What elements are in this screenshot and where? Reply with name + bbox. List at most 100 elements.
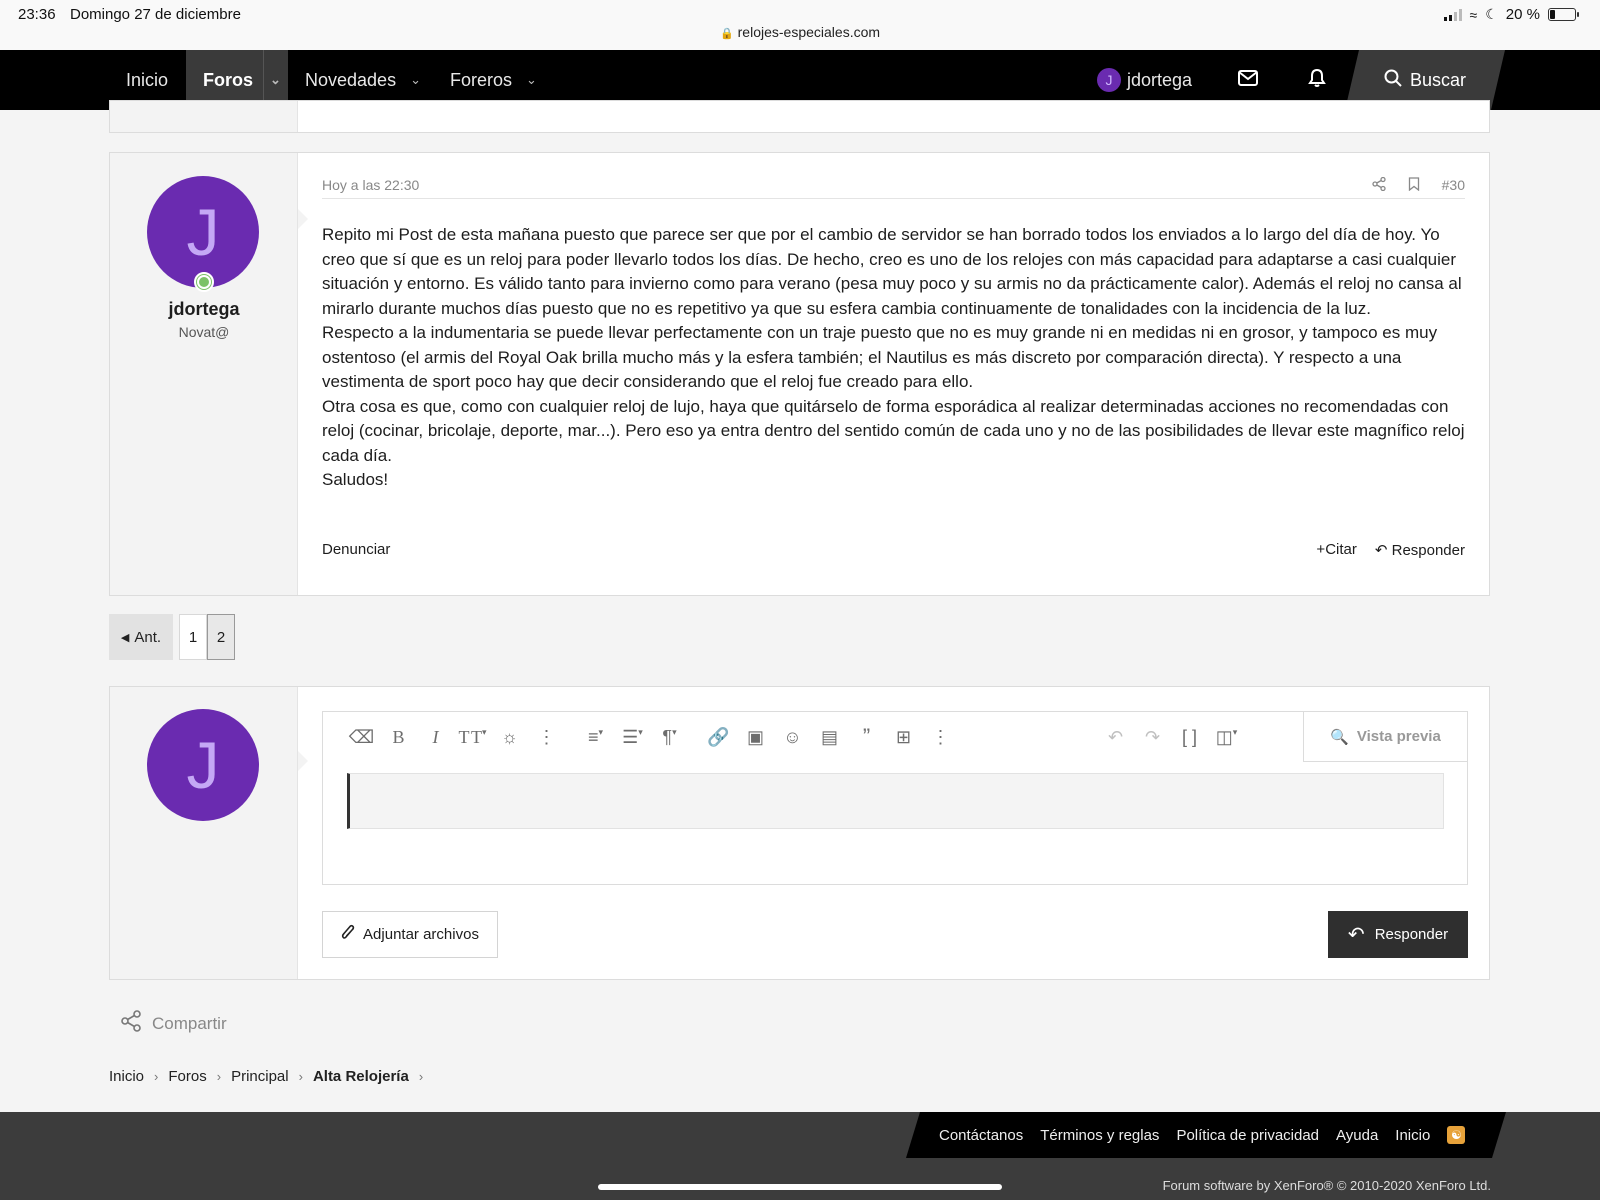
bold-icon[interactable]: B	[380, 727, 417, 748]
wifi-icon: ≈	[1469, 6, 1478, 23]
footer-link-privacy[interactable]: Política de privacidad	[1176, 1127, 1319, 1144]
redo-icon[interactable]: ↷	[1134, 727, 1171, 748]
link-icon[interactable]: 🔗	[700, 727, 737, 748]
post-meta: Hoy a las 22:30 #30	[322, 176, 1465, 199]
save-draft-icon[interactable]: ◫ ▾	[1208, 727, 1245, 748]
bell-icon	[1308, 68, 1326, 93]
media-icon[interactable]: ▤	[811, 727, 848, 748]
url-text: relojes-especiales.com	[737, 24, 881, 40]
report-link[interactable]: Denunciar	[322, 541, 390, 558]
chevron-right-icon: ›	[154, 1069, 159, 1084]
nav-label: Inicio	[125, 69, 169, 90]
user-title: Novat@	[178, 324, 230, 340]
page-link-current[interactable]: 2	[207, 614, 235, 660]
user-arrow	[298, 751, 308, 771]
chevron-left-icon: ◀	[120, 631, 130, 644]
quote-button[interactable]: +Citar	[1316, 541, 1356, 559]
share-icon	[120, 1010, 142, 1037]
attach-label: Adjuntar archivos	[363, 926, 479, 943]
paragraph-icon[interactable]: ¶ ▾	[651, 727, 688, 748]
page-link[interactable]: 1	[179, 614, 207, 660]
nav-label: Foros	[203, 69, 254, 90]
palette-icon[interactable]: ☼	[491, 727, 528, 748]
prev-page-button[interactable]: ◀ Ant.	[109, 614, 173, 660]
status-bar: 23:36 Domingo 27 de diciembre 🔒 relojes-e…	[0, 0, 1600, 50]
user-arrow	[298, 209, 308, 229]
smiley-icon[interactable]: ☺	[774, 727, 811, 748]
table-icon[interactable]: ⊞	[885, 727, 922, 748]
post-message: J jdortega Novat@ Hoy a las 22:30 #30 Re…	[109, 152, 1490, 596]
signal-icon	[1443, 8, 1462, 21]
share-icon[interactable]	[1371, 176, 1386, 194]
address-bar[interactable]: 🔒 relojes-especiales.com	[0, 24, 1600, 40]
post-paragraph: Saludos!	[322, 470, 389, 489]
list-icon[interactable]: ≡ ▾	[577, 727, 614, 748]
submit-label: Responder	[1374, 926, 1449, 943]
submit-reply-button[interactable]: ↶ Responder	[1328, 911, 1468, 958]
envelope-icon	[1238, 69, 1258, 91]
breadcrumb-link[interactable]: Alta Relojería	[313, 1068, 409, 1085]
reply-arrow-icon: ↶	[1374, 542, 1392, 559]
attach-files-button[interactable]: Adjuntar archivos	[322, 911, 498, 958]
more-icon[interactable]: ⋮	[922, 727, 959, 748]
chevron-right-icon: ›	[298, 1069, 303, 1084]
post-body: Repito mi Post de esta mañana puesto que…	[322, 223, 1465, 493]
message-input[interactable]	[347, 773, 1444, 829]
user-column: J	[110, 687, 298, 979]
quote-label: Citar	[1325, 541, 1357, 558]
brackets-icon[interactable]: [ ]	[1171, 727, 1208, 748]
preview-icon: 🔍	[1330, 728, 1349, 746]
chevron-right-icon: ›	[418, 1069, 424, 1084]
undo-icon[interactable]: ↶	[1097, 727, 1134, 748]
nav-label: Novedades	[305, 69, 397, 90]
username: jdortega	[1127, 69, 1193, 90]
align-icon[interactable]: ☰ ▾	[614, 727, 651, 748]
previous-post-edge	[109, 100, 1490, 133]
post-timestamp[interactable]: Hoy a las 22:30	[322, 177, 419, 193]
italic-icon[interactable]: I	[417, 727, 454, 748]
breadcrumb-link[interactable]: Principal	[231, 1068, 289, 1085]
text-size-icon[interactable]: T T ▾	[454, 727, 491, 748]
footer-link-terms[interactable]: Términos y reglas	[1040, 1127, 1159, 1144]
plus-icon: +	[1316, 541, 1326, 558]
battery-text: 20 %	[1505, 6, 1540, 23]
preview-button[interactable]: 🔍 Vista previa	[1303, 712, 1467, 762]
footer-links: Contáctanos Términos y reglas Política d…	[906, 1112, 1506, 1158]
avatar: J	[1097, 68, 1121, 92]
nav-label: Foreros	[450, 69, 513, 90]
quote-icon[interactable]: ”	[848, 724, 885, 750]
share-label: Compartir	[152, 1013, 227, 1033]
share-button[interactable]: Compartir	[120, 1010, 227, 1037]
rss-icon[interactable]: ☯	[1447, 1126, 1465, 1144]
pagination: ◀ Ant. 1 2	[109, 614, 235, 660]
rich-text-editor: ⌫ B I T T ▾ ☼ ⋮ ≡ ▾ ☰ ▾ ¶ ▾ 🔗 ▣ ☺ ▤ ” ⊞ ⋮ ↶ …	[322, 711, 1468, 885]
image-icon[interactable]: ▣	[737, 727, 774, 748]
post-paragraph: Repito mi Post de esta mañana puesto que…	[322, 225, 1462, 318]
chevron-down-icon[interactable]: ⌄	[526, 72, 537, 88]
footer-link-home[interactable]: Inicio	[1395, 1127, 1430, 1144]
reply-link[interactable]: ↶ Responder	[1375, 541, 1465, 559]
footer-link-contact[interactable]: Contáctanos	[939, 1127, 1023, 1144]
eraser-icon[interactable]: ⌫	[343, 727, 380, 748]
chevron-down-icon[interactable]: ⌄	[410, 72, 421, 88]
preview-label: Vista previa	[1356, 728, 1441, 745]
home-indicator[interactable]	[598, 1184, 1002, 1190]
chevron-down-icon[interactable]: ⌄	[270, 72, 281, 88]
paperclip-icon	[341, 924, 355, 946]
search-icon	[1384, 69, 1402, 92]
online-status-icon	[194, 272, 214, 292]
date: Domingo 27 de diciembre	[70, 6, 241, 23]
footer-link-help[interactable]: Ayuda	[1336, 1127, 1378, 1144]
post-number[interactable]: #30	[1442, 177, 1465, 194]
reply-label: Responder	[1391, 542, 1465, 559]
reply-arrow-icon: ↶	[1347, 924, 1365, 946]
breadcrumb-link[interactable]: Foros	[168, 1068, 206, 1085]
battery-icon	[1548, 8, 1579, 21]
post-author[interactable]: jdortega	[110, 299, 298, 320]
bookmark-icon[interactable]	[1408, 177, 1420, 194]
editor-toolbar: ⌫ B I T T ▾ ☼ ⋮ ≡ ▾ ☰ ▾ ¶ ▾ 🔗 ▣ ☺ ▤ ” ⊞ ⋮ ↶ …	[323, 712, 1467, 762]
lock-icon: 🔒	[719, 28, 734, 40]
user-column: J jdortega Novat@	[110, 153, 298, 595]
more-icon[interactable]: ⋮	[528, 727, 565, 748]
breadcrumb-link[interactable]: Inicio	[109, 1068, 144, 1085]
